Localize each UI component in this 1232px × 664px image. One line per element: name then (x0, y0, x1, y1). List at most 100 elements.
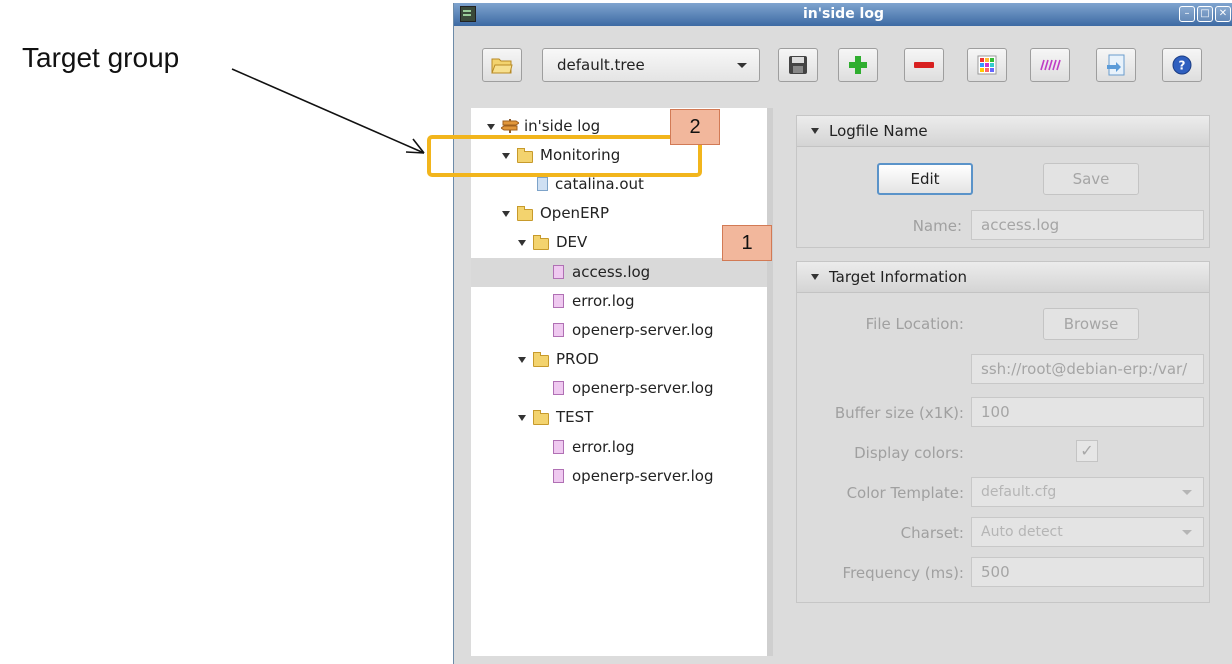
expand-arrow-icon[interactable] (518, 240, 526, 246)
section-title: Logfile Name (829, 122, 928, 140)
tree-item-monitoring[interactable]: Monitoring (471, 141, 767, 170)
logfile-name-section: Logfile Name Edit Save Name: access.log (796, 115, 1210, 248)
tree-item-label: DEV (556, 233, 588, 251)
section-title: Target Information (829, 268, 968, 286)
tree-file-select-value: default.tree (557, 56, 645, 74)
tree-item-label: in'side log (524, 117, 601, 135)
buffer-size-label: Buffer size (x1K): (834, 404, 964, 422)
window-title: in'side log (802, 6, 884, 22)
tree-item-prod[interactable]: PROD (471, 345, 767, 374)
close-icon[interactable]: ✕ (1215, 6, 1231, 22)
remove-button[interactable] (904, 48, 944, 82)
open-folder-button[interactable] (482, 48, 522, 82)
folder-icon (517, 206, 533, 221)
tree-item-label: access.log (572, 263, 651, 281)
pattern-button[interactable] (1030, 48, 1070, 82)
save-icon (789, 56, 807, 74)
folder-icon (533, 235, 549, 250)
remove-icon (914, 62, 934, 68)
collapse-arrow-icon (811, 274, 819, 280)
callout-label-target-group: Target group (22, 42, 180, 73)
callout-arrow-head (405, 138, 425, 154)
pattern-icon (1040, 59, 1061, 71)
file-icon (553, 440, 564, 454)
signpost-icon (501, 119, 519, 133)
folder-icon (533, 410, 549, 425)
tree-item-label: openerp-server.log (572, 321, 714, 339)
tree-item-root[interactable]: in'side log (471, 112, 767, 141)
maximize-icon[interactable]: □ (1197, 6, 1213, 22)
file-icon (553, 381, 564, 395)
file-icon (553, 265, 564, 279)
folder-open-icon (491, 58, 513, 74)
target-information-header[interactable]: Target Information (797, 262, 1209, 293)
export-button[interactable] (1096, 48, 1136, 82)
name-label: Name: (912, 217, 962, 235)
file-icon (553, 323, 564, 337)
app-window: in'side log – □ ✕ default.tree ? in'side… (453, 3, 1232, 664)
save-name-button[interactable]: Save (1043, 163, 1139, 195)
expand-arrow-icon[interactable] (518, 415, 526, 421)
charset-select[interactable]: Auto detect (971, 517, 1204, 547)
name-field[interactable]: access.log (971, 210, 1204, 240)
display-colors-label: Display colors: (854, 444, 964, 462)
frequency-field[interactable]: 500 (971, 557, 1204, 587)
annotation-badge-2: 2 (670, 109, 720, 145)
tree-file-select[interactable]: default.tree (542, 48, 760, 82)
minimize-icon[interactable]: – (1179, 6, 1195, 22)
tree-item-dev-server-log[interactable]: openerp-server.log (471, 316, 767, 345)
callout-arrow (231, 68, 425, 154)
chevron-down-icon (1182, 530, 1192, 535)
tree-item-prod-server-log[interactable]: openerp-server.log (471, 374, 767, 403)
logfile-name-header[interactable]: Logfile Name (797, 116, 1209, 147)
tree-item-test-error-log[interactable]: error.log (471, 433, 767, 462)
log-tree[interactable]: in'side log Monitoring catalina.out Open… (471, 108, 773, 656)
folder-icon (517, 148, 533, 163)
title-bar[interactable]: in'side log – □ ✕ (454, 3, 1232, 26)
tree-item-dev-error-log[interactable]: error.log (471, 287, 767, 316)
browse-button[interactable]: Browse (1043, 308, 1139, 340)
collapse-arrow-icon (811, 128, 819, 134)
tree-item-openerp[interactable]: OpenERP (471, 199, 767, 228)
file-icon (537, 177, 548, 191)
expand-arrow-icon[interactable] (518, 357, 526, 363)
details-panel: Logfile Name Edit Save Name: access.log … (779, 108, 1232, 656)
tree-item-label: catalina.out (555, 175, 644, 193)
tree-item-dev-access-log[interactable]: access.log (471, 258, 767, 287)
file-location-field[interactable]: ssh://root@debian-erp:/var/ (971, 354, 1204, 384)
file-icon (553, 469, 564, 483)
tree-item-label: openerp-server.log (572, 467, 714, 485)
save-button[interactable] (778, 48, 818, 82)
tree-item-test[interactable]: TEST (471, 403, 767, 432)
tree-item-test-server-log[interactable]: openerp-server.log (471, 462, 767, 491)
file-icon (553, 294, 564, 308)
help-icon: ? (1172, 55, 1192, 75)
color-template-select[interactable]: default.cfg (971, 477, 1204, 507)
tree-item-label: TEST (556, 408, 594, 426)
color-template-value: default.cfg (981, 484, 1057, 500)
edit-button[interactable]: Edit (877, 163, 973, 195)
annotation-badge-1: 1 (722, 225, 772, 261)
frequency-label: Frequency (ms): (842, 564, 964, 582)
tree-item-label: error.log (572, 292, 635, 310)
help-button[interactable]: ? (1162, 48, 1202, 82)
expand-arrow-icon[interactable] (502, 211, 510, 217)
display-colors-checkbox[interactable]: ✓ (1076, 440, 1098, 462)
expand-arrow-icon[interactable] (487, 124, 495, 130)
add-button[interactable] (838, 48, 878, 82)
colors-button[interactable] (967, 48, 1007, 82)
expand-arrow-icon[interactable] (502, 153, 510, 159)
tree-item-label: OpenERP (540, 204, 610, 222)
colors-icon (977, 55, 997, 75)
tree-item-catalina-out[interactable]: catalina.out (471, 170, 767, 199)
chevron-down-icon (737, 63, 747, 68)
tree-item-label: Monitoring (540, 146, 621, 164)
folder-icon (533, 352, 549, 367)
buffer-size-field[interactable]: 100 (971, 397, 1204, 427)
charset-value: Auto detect (981, 524, 1063, 540)
tree-item-label: openerp-server.log (572, 379, 714, 397)
svg-text:?: ? (1179, 59, 1186, 73)
file-location-label: File Location: (865, 315, 964, 333)
add-icon (849, 56, 867, 74)
target-information-section: Target Information File Location: Browse… (796, 261, 1210, 603)
